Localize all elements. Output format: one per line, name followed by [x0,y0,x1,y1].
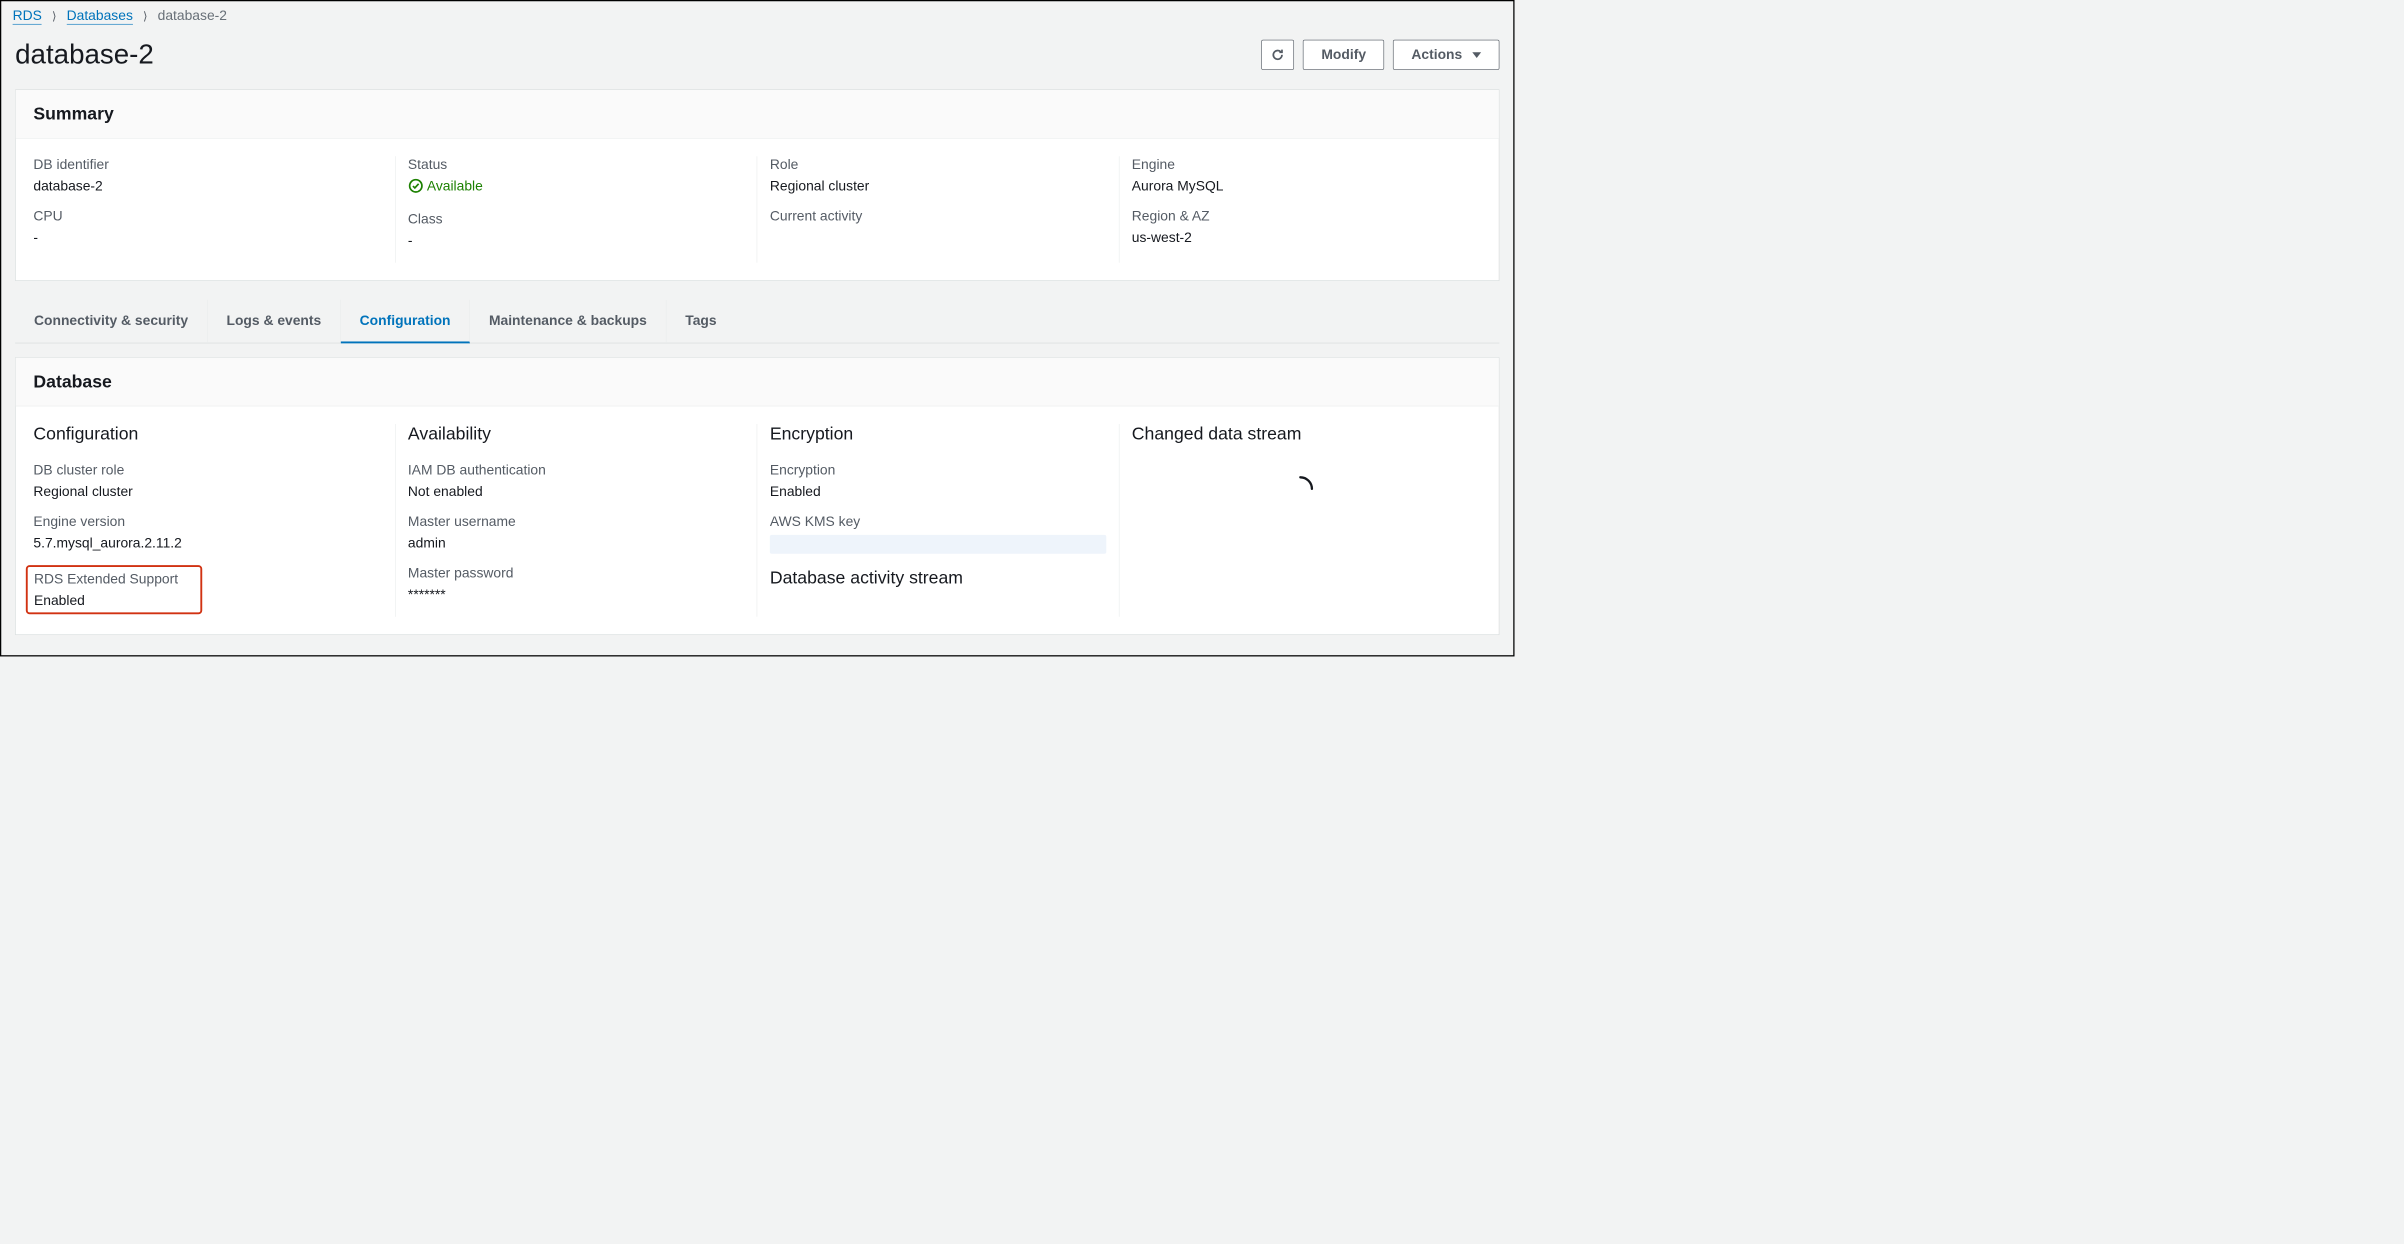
breadcrumb-current: database-2 [158,8,227,24]
database-header: Database [16,358,1499,407]
engine-label: Engine [1132,156,1469,172]
tab-tags[interactable]: Tags [666,300,735,343]
aws-kms-key-value-redacted [770,535,1106,554]
db-cluster-role-label: DB cluster role [33,462,382,478]
iam-db-auth-value: Not enabled [408,483,744,499]
chevron-right-icon: ⟩ [143,10,147,23]
summary-header: Summary [16,90,1499,139]
status-label: Status [408,156,744,172]
refresh-button[interactable] [1262,40,1295,70]
availability-section-title: Availability [408,424,744,444]
database-panel: Database Configuration DB cluster role R… [15,357,1499,635]
chevron-right-icon: ⟩ [52,10,56,23]
db-identifier-value: database-2 [33,178,382,194]
rds-extended-support-highlight: RDS Extended Support Enabled [26,565,202,614]
rds-extended-support-value: Enabled [34,592,194,608]
modify-button[interactable]: Modify [1303,40,1384,70]
class-label: Class [408,211,744,227]
encryption-value: Enabled [770,483,1106,499]
caret-down-icon [1472,52,1481,58]
engine-version-label: Engine version [33,513,382,529]
refresh-icon [1271,48,1285,62]
status-value: Available [408,178,744,198]
summary-grid: DB identifier database-2 CPU - Status Av… [16,139,1499,281]
tab-maintenance[interactable]: Maintenance & backups [470,300,666,343]
summary-col-status: Status Available Class - [395,156,757,262]
master-password-value: ******* [408,587,744,603]
actions-label: Actions [1411,47,1462,63]
cpu-value: - [33,229,382,245]
breadcrumb-databases[interactable]: Databases [67,8,133,25]
database-activity-stream-title: Database activity stream [770,568,1106,588]
db-col-encryption: Encryption Encryption Enabled AWS KMS ke… [757,424,1119,617]
database-title: Database [33,372,1481,392]
changed-data-stream-title: Changed data stream [1132,424,1469,444]
encryption-label: Encryption [770,462,1106,478]
header-actions: Modify Actions [1262,40,1500,70]
db-col-availability: Availability IAM DB authentication Not e… [395,424,757,617]
current-activity-label: Current activity [770,208,1106,224]
rds-extended-support-label: RDS Extended Support [34,571,194,587]
tab-connectivity[interactable]: Connectivity & security [15,300,207,343]
spinner-container [1132,462,1469,504]
db-cluster-role-value: Regional cluster [33,483,382,499]
tabs: Connectivity & security Logs & events Co… [15,300,1499,343]
aws-kms-key-label: AWS KMS key [770,513,1106,529]
master-username-value: admin [408,535,744,551]
actions-button[interactable]: Actions [1393,40,1499,70]
current-activity-value [770,229,1106,245]
summary-panel: Summary DB identifier database-2 CPU - S… [15,89,1499,281]
breadcrumb: RDS ⟩ Databases ⟩ database-2 [3,3,1512,29]
summary-col-engine: Engine Aurora MySQL Region & AZ us-west-… [1119,156,1481,262]
class-value: - [408,232,744,248]
page-title: database-2 [15,39,154,70]
master-username-label: Master username [408,513,744,529]
database-grid: Configuration DB cluster role Regional c… [16,406,1499,634]
db-col-configuration: Configuration DB cluster role Regional c… [33,424,395,617]
master-password-label: Master password [408,565,744,581]
engine-version-value: 5.7.mysql_aurora.2.11.2 [33,535,382,551]
summary-col-identifier: DB identifier database-2 CPU - [33,156,395,262]
role-value: Regional cluster [770,178,1106,194]
iam-db-auth-label: IAM DB authentication [408,462,744,478]
loading-spinner-icon [1286,474,1315,503]
summary-title: Summary [33,104,1481,124]
breadcrumb-rds[interactable]: RDS [13,8,42,25]
engine-value: Aurora MySQL [1132,178,1469,194]
region-az-label: Region & AZ [1132,208,1469,224]
db-identifier-label: DB identifier [33,156,382,172]
tab-configuration[interactable]: Configuration [341,300,470,343]
region-az-value: us-west-2 [1132,229,1469,245]
db-col-changed-data-stream: Changed data stream [1119,424,1481,617]
page-header: database-2 Modify Actions [3,29,1512,89]
tab-logs[interactable]: Logs & events [208,300,341,343]
cpu-label: CPU [33,208,382,224]
configuration-section-title: Configuration [33,424,382,444]
check-circle-icon [408,178,423,193]
role-label: Role [770,156,1106,172]
encryption-section-title: Encryption [770,424,1106,444]
summary-col-role: Role Regional cluster Current activity [757,156,1119,262]
